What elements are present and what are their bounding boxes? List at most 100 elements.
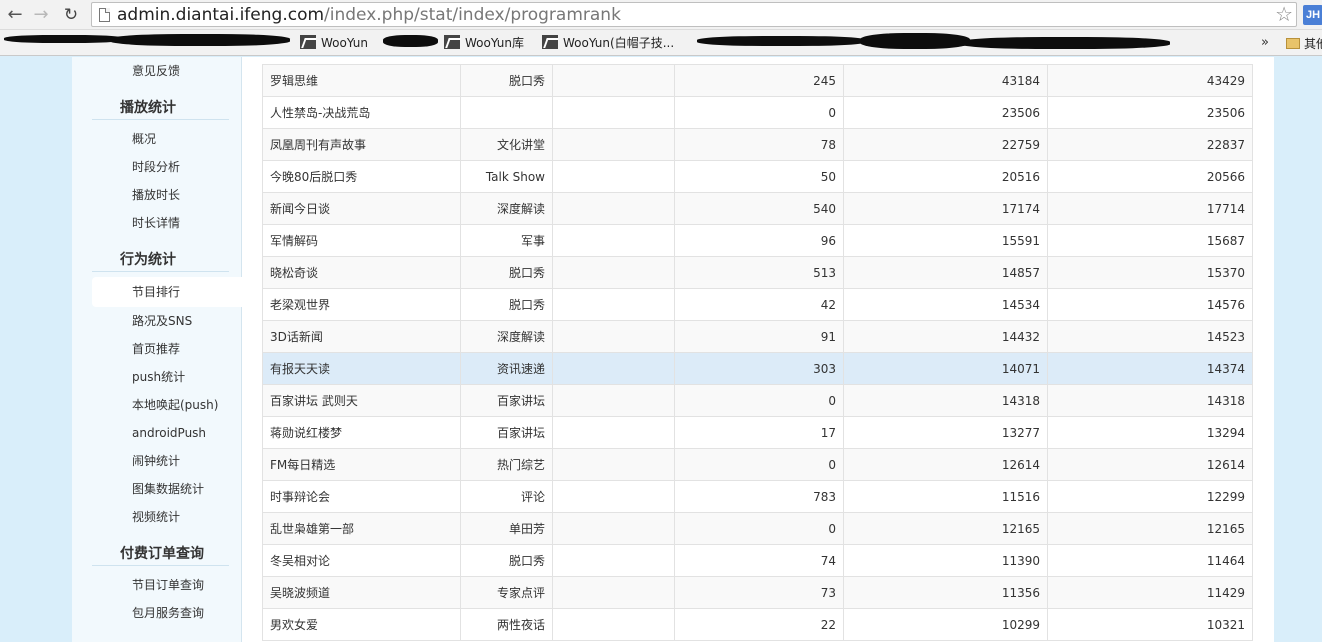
table-row[interactable]: 时事辩论会 评论 783 11516 12299 [262,480,1253,513]
count-b-cell: 14432 [843,320,1048,353]
total-cell: 10321 [1047,608,1253,641]
sidebar-item-period-analysis[interactable]: 时段分析 [132,159,242,175]
table-row[interactable]: 3D话新闻 深度解读 91 14432 14523 [262,320,1253,353]
program-name-cell: 新闻今日谈 [262,192,461,225]
category-cell: 百家讲坛 [460,416,553,449]
sidebar-item-android-push[interactable]: androidPush [132,425,242,441]
count-b-cell: 11356 [843,576,1048,609]
empty-cell [552,192,675,225]
sidebar-item-program-orders[interactable]: 节目订单查询 [132,577,242,593]
total-cell: 15687 [1047,224,1253,257]
count-b-cell: 14071 [843,352,1048,385]
total-cell: 13294 [1047,416,1253,449]
address-bar[interactable]: admin.diantai.ifeng.com/index.php/stat/i… [91,2,1297,27]
bookmark-wooyun-lib[interactable]: WooYun库 [444,34,524,52]
bookmark-wooyun[interactable]: WooYun [300,34,368,52]
count-a-cell: 73 [674,576,844,609]
table-row[interactable]: 人性禁岛-决战荒岛 0 23506 23506 [262,96,1253,129]
redaction-mark [860,33,970,49]
extension-icon[interactable]: JH [1303,5,1322,25]
table-row[interactable]: 罗辑思维 脱口秀 245 43184 43429 [262,64,1253,97]
count-a-cell: 50 [674,160,844,193]
sidebar-item-gallery-stats[interactable]: 图集数据统计 [132,481,242,497]
sidebar-item-local-wakeup[interactable]: 本地唤起(push) [132,397,242,413]
sidebar-item-video-stats[interactable]: 视频统计 [132,509,242,525]
total-cell: 23506 [1047,96,1253,129]
empty-cell [552,288,675,321]
sidebar-item-push-stats[interactable]: push统计 [132,369,242,385]
reload-icon[interactable]: ↻ [60,4,82,26]
count-a-cell: 17 [674,416,844,449]
table-row[interactable]: 凤凰周刊有声故事 文化讲堂 78 22759 22837 [262,128,1253,161]
table-row[interactable]: 乱世枭雄第一部 单田芳 0 12165 12165 [262,512,1253,545]
url-text[interactable]: admin.diantai.ifeng.com/index.php/stat/i… [117,5,621,25]
program-name-cell: 百家讲坛 武则天 [262,384,461,417]
empty-cell [552,224,675,257]
total-cell: 12299 [1047,480,1253,513]
table-row[interactable]: 有报天天读 资讯速递 303 14071 14374 [262,352,1253,385]
back-arrow-icon[interactable]: ← [4,4,26,26]
page-icon [99,8,110,22]
table-row[interactable]: 老梁观世界 脱口秀 42 14534 14576 [262,288,1253,321]
sidebar-item-overview[interactable]: 概况 [132,131,242,147]
total-cell: 43429 [1047,64,1253,97]
bookmark-star-icon[interactable]: ☆ [1275,3,1293,26]
empty-cell [552,64,675,97]
redaction-mark [110,34,290,46]
url-host: admin.diantai.ifeng.com [117,5,325,25]
count-b-cell: 15591 [843,224,1048,257]
sidebar-item-home-recommend[interactable]: 首页推荐 [132,341,242,357]
bookmark-wooyun-whitehat[interactable]: WooYun(白帽子技... [542,34,674,52]
table-row[interactable]: FM每日精选 热门综艺 0 12614 12614 [262,448,1253,481]
redaction-mark [383,35,438,47]
wooyun-favicon-icon [444,35,460,49]
main-content: 罗辑思维 脱口秀 245 43184 43429 人性禁岛-决战荒岛 0 23506 23506… [242,57,1274,642]
other-bookmarks-folder[interactable]: 其他 [1286,35,1322,52]
forward-arrow-icon[interactable]: → [30,4,52,26]
redaction-mark [960,37,1170,49]
category-cell: 两性夜话 [460,608,553,641]
count-a-cell: 42 [674,288,844,321]
count-a-cell: 74 [674,544,844,577]
count-b-cell: 14857 [843,256,1048,289]
count-b-cell: 10299 [843,608,1048,641]
bookmarks-overflow-chevron[interactable]: » [1261,35,1269,50]
category-cell: 脱口秀 [460,64,553,97]
table-row[interactable]: 今晚80后脱口秀 Talk Show 50 20516 20566 [262,160,1253,193]
sidebar-item-play-duration[interactable]: 播放时长 [132,187,242,203]
sidebar-item-program-rank[interactable]: 节目排行 [132,284,242,300]
table-row[interactable]: 晓松奇谈 脱口秀 513 14857 15370 [262,256,1253,289]
empty-cell [552,448,675,481]
program-name-cell: 人性禁岛-决战荒岛 [262,96,461,129]
bookmarks-bar: WooYun WooYun库 WooYun(白帽子技... » 其他 [0,30,1322,56]
table-row[interactable]: 吴晓波频道 专家点评 73 11356 11429 [262,576,1253,609]
empty-cell [552,96,675,129]
total-cell: 15370 [1047,256,1253,289]
sidebar-item-alarm-stats[interactable]: 闹钟统计 [132,453,242,469]
empty-cell [552,384,675,417]
table-row[interactable]: 新闻今日谈 深度解读 540 17174 17714 [262,192,1253,225]
total-cell: 22837 [1047,128,1253,161]
program-name-cell: 今晚80后脱口秀 [262,160,461,193]
table-row[interactable]: 百家讲坛 武则天 百家讲坛 0 14318 14318 [262,384,1253,417]
count-a-cell: 783 [674,480,844,513]
sidebar-item-duration-detail[interactable]: 时长详情 [132,215,242,231]
bookmark-label: WooYun(白帽子技... [563,36,675,50]
category-cell [460,96,553,129]
browser-toolbar: ← → ↻ admin.diantai.ifeng.com/index.php/… [0,0,1322,30]
count-a-cell: 0 [674,384,844,417]
sidebar-item-feedback[interactable]: 意见反馈 [132,63,242,79]
program-name-cell: 罗辑思维 [262,64,461,97]
category-cell: 热门综艺 [460,448,553,481]
table-row[interactable]: 男欢女爱 两性夜话 22 10299 10321 [262,608,1253,641]
sidebar-item-monthly-service[interactable]: 包月服务查询 [132,605,242,621]
program-name-cell: 军情解码 [262,224,461,257]
sidebar-item-traffic-sns[interactable]: 路况及SNS [132,313,242,329]
table-row[interactable]: 蒋勋说红楼梦 百家讲坛 17 13277 13294 [262,416,1253,449]
table-row[interactable]: 冬吴相对论 脱口秀 74 11390 11464 [262,544,1253,577]
count-a-cell: 22 [674,608,844,641]
page-body: 意见反馈 播放统计 概况 时段分析 播放时长 时长详情 行为统计 节目排行 路况… [0,57,1322,642]
table-row[interactable]: 军情解码 军事 96 15591 15687 [262,224,1253,257]
category-cell: 脱口秀 [460,256,553,289]
sidebar-group-playback: 播放统计 [92,99,229,120]
